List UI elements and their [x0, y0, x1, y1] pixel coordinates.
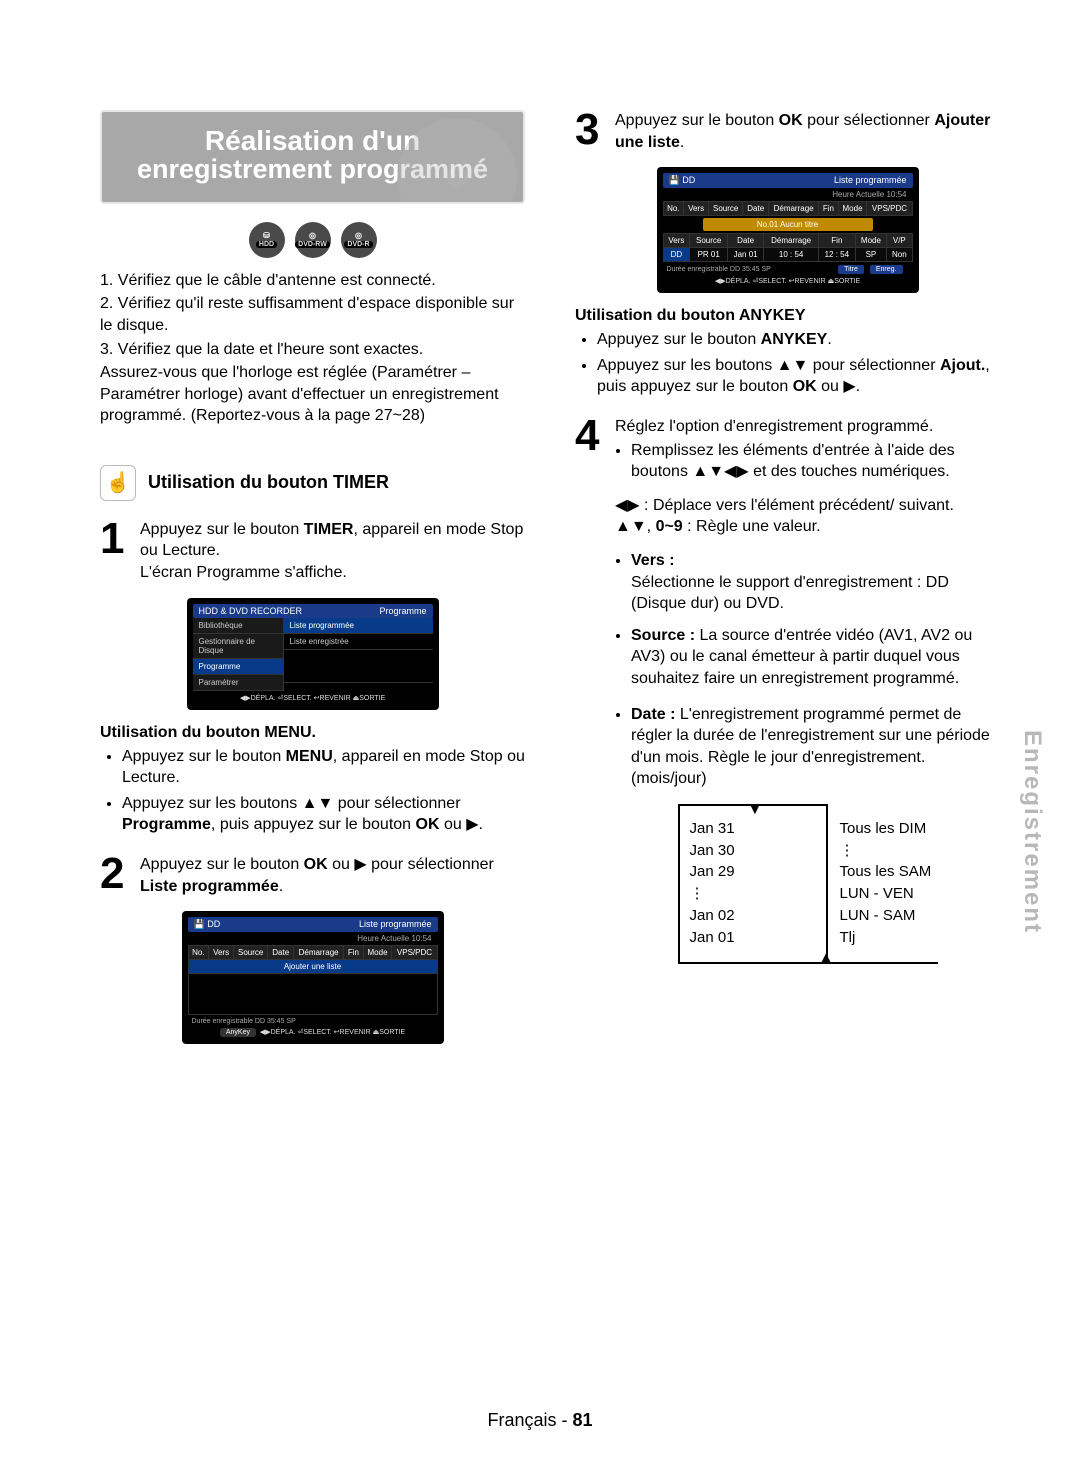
intro-1: 1. Vérifiez que le câble d'antenne est c… [100, 270, 525, 292]
ls-add: Ajouter une liste [188, 960, 437, 974]
s4-src: Source : La source d'entrée vidéo (AV1, … [631, 625, 1000, 690]
anykey-subsection: Utilisation du bouton ANYKEY Appuyez sur… [575, 307, 1000, 398]
s4-date: Date : L'enregistrement programmé permet… [631, 704, 1000, 790]
dl3: ⋮ [690, 883, 735, 905]
arrow-down-icon: ▼ [748, 800, 763, 820]
dr0: Tous les DIM [840, 818, 932, 840]
page-footer: Français - 81 [0, 1410, 1080, 1431]
arrow-up-icon: ▲ [819, 948, 834, 968]
menu-subsection: Utilisation du bouton MENU. Appuyez sur … [100, 724, 525, 836]
intro-4: Assurez-vous que l'horloge est réglée (P… [100, 362, 525, 427]
dvd-rw-icon: ◎DVD-RW [295, 222, 331, 258]
step-4-number: 4 [575, 416, 605, 964]
step-3: 3 Appuyez sur le bouton OK pour sélectio… [575, 110, 1000, 153]
ls-time: Heure Actuelle 10:54 [188, 932, 438, 945]
ms-r0: Liste programmée [284, 618, 433, 634]
programme-menu-screenshot: HDD & DVD RECORDER Programme Bibliothèque… [187, 598, 439, 710]
ms-right: Programme [379, 606, 426, 616]
ms-l3: Paramétrer [193, 675, 283, 691]
dr4: LUN - SAM [840, 905, 932, 927]
dvd-r-icon: ◎DVD-R [341, 222, 377, 258]
step-2-number: 2 [100, 854, 130, 897]
dr2: Tous les SAM [840, 861, 932, 883]
liste-programmee-add-screenshot: 💾 DDListe programmée Heure Actuelle 10:5… [657, 167, 919, 293]
media-icons: ⛁HDD ◎DVD-RW ◎DVD-R [100, 222, 525, 258]
ms-title: HDD & DVD RECORDER [199, 606, 303, 616]
dr1: ⋮ [840, 840, 932, 862]
step1-c: L'écran Programme s'affiche. [140, 564, 347, 581]
dl2: Jan 29 [690, 861, 735, 883]
intro-3: 3. Vérifiez que la date et l'heure sont … [100, 339, 525, 361]
anykey-h: Utilisation du bouton ANYKEY [575, 307, 1000, 325]
menu-sub-h: Utilisation du bouton MENU. [100, 724, 525, 742]
dl5: Jan 01 [690, 927, 735, 949]
side-tab: Enregistrement [1018, 730, 1046, 934]
step-1: 1 Appuyez sur le bouton TIMER, appareil … [100, 519, 525, 584]
s4-vers: Vers :Sélectionne le support d'enregistr… [631, 550, 1000, 615]
s4-l2: Remplissez les éléments d'entrée à l'aid… [631, 440, 1000, 483]
step-2: 2 Appuyez sur le bouton OK ou ▶ pour sél… [100, 854, 525, 897]
liste-programmee-screenshot: 💾 DDListe programmée Heure Actuelle 10:5… [182, 911, 444, 1044]
anykey-b1: Appuyez sur le bouton ANYKEY. [597, 329, 1000, 351]
s4-l3: ◀▶ : Déplace vers l'élément précédent/ s… [615, 495, 1000, 517]
ms-r1: Liste enregistrée [284, 634, 433, 650]
anykey-b2: Appuyez sur les boutons ▲▼ pour sélectio… [597, 355, 1000, 398]
step-3-number: 3 [575, 110, 605, 153]
step1-bold: TIMER [304, 521, 354, 538]
ms-l1: Gestionnaire de Disque [193, 634, 283, 659]
hand-icon: ☝ [100, 465, 136, 501]
dl1: Jan 30 [690, 840, 735, 862]
timer-heading: Utilisation du bouton TIMER [148, 472, 389, 493]
dr3: LUN - VEN [840, 883, 932, 905]
intro-block: 1. Vérifiez que le câble d'antenne est c… [100, 270, 525, 427]
intro-2: 2. Vérifiez qu'il reste suffisamment d'e… [100, 293, 525, 336]
s4-l1: Réglez l'option d'enregistrement program… [615, 418, 933, 435]
ms-ctrl: ◀▶DÉPLA. ⏎SELECT. ↩REVENIR ⏏SORTIE [193, 691, 433, 702]
hdd-icon: ⛁HDD [249, 222, 285, 258]
ms-l0: Bibliothèque [193, 618, 283, 634]
step-1-number: 1 [100, 519, 130, 584]
menu-sub-b1: Appuyez sur le bouton MENU, appareil en … [122, 746, 525, 789]
page-title-box: Réalisation d'un enregistrement programm… [100, 110, 525, 204]
ms-l2: Programme [193, 659, 283, 675]
dl0: Jan 31 [690, 818, 735, 840]
date-repeat-diagram: ▼ ▲ Jan 31 Jan 30 Jan 29 ⋮ Jan 02 Jan 01… [678, 804, 938, 964]
footer-lang: Français [487, 1410, 556, 1430]
step-4: 4 Réglez l'option d'enregistrement progr… [575, 416, 1000, 964]
footer-page: 81 [573, 1410, 593, 1430]
step1-a: Appuyez sur le bouton [140, 521, 304, 538]
dl4: Jan 02 [690, 905, 735, 927]
dr5: Tlj [840, 927, 932, 949]
ls2-notitle: No.01 Aucun titre [703, 218, 873, 231]
menu-sub-b2: Appuyez sur les boutons ▲▼ pour sélectio… [122, 793, 525, 836]
ls-dur: Durée enregistrable DD 35:45 SP [192, 1018, 296, 1025]
